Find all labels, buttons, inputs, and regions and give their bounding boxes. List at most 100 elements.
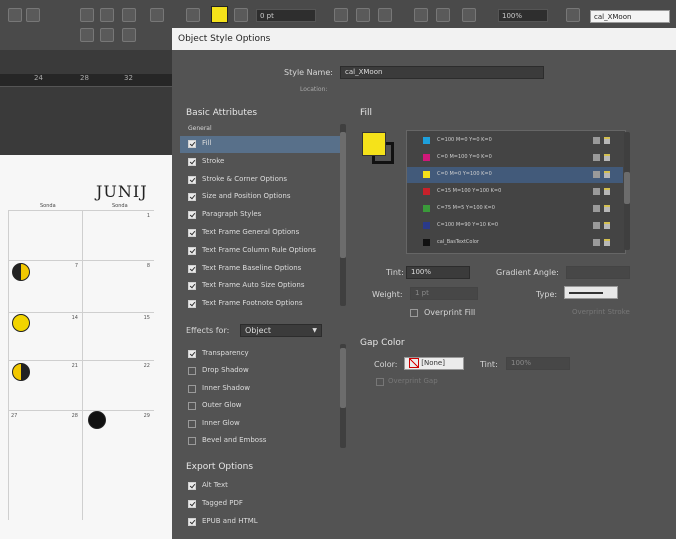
tint-input[interactable]: 100% [406,266,470,279]
attribute-item[interactable]: Text Frame Auto Size Options [180,278,345,295]
attribute-checkbox[interactable] [188,193,196,202]
scrollbar-thumb[interactable] [340,348,346,408]
attribute-checkbox[interactable] [188,264,196,273]
select-icon[interactable] [122,28,136,42]
swatch-scrollbar[interactable] [624,132,630,250]
frame-icon[interactable] [334,8,348,22]
stroke-weight-field[interactable]: 0 pt [256,9,316,22]
attributes-scrollbar[interactable] [340,124,346,306]
overprint-gap-checkbox[interactable] [376,378,384,386]
gap-color-header: Gap Color [360,338,405,348]
wrap-icon[interactable] [414,8,428,22]
export-option-checkbox[interactable] [188,482,196,490]
fill-swatch[interactable] [211,6,228,23]
attribute-checkbox[interactable] [188,282,196,291]
attribute-item[interactable]: Stroke [180,154,345,171]
align-icon[interactable] [8,8,22,22]
opacity-field[interactable]: 100% [498,9,548,22]
fill-swatch-icon[interactable] [362,132,386,156]
swatch-color-chip [423,188,430,195]
effect-item[interactable]: Drop Shadow [180,363,345,380]
attribute-checkbox[interactable] [188,300,196,309]
stroke-icon[interactable] [234,8,248,22]
align-icon[interactable] [26,8,40,22]
effect-item[interactable]: Transparency [180,346,345,363]
flip-icon[interactable] [100,8,114,22]
calendar-day-header: Sonda [112,203,128,209]
effects-icon[interactable] [378,8,392,22]
swatch-row[interactable]: C=0 M=100 Y=0 K=0 [407,150,623,166]
gradient-angle-input[interactable] [566,266,630,279]
layout-icon[interactable] [462,8,476,22]
style-name-input[interactable]: cal_XMoon [340,66,544,79]
gap-tint-input[interactable]: 100% [506,357,570,370]
swatch-row[interactable]: C=100 M=0 Y=0 K=0 [407,133,623,149]
color-mode-icon [604,137,610,144]
attribute-label: Text Frame Footnote Options [202,299,303,308]
calendar-cell [8,210,82,260]
swatch-row[interactable]: C=75 M=5 Y=100 K=0 [407,201,623,217]
color-type-icon [593,188,600,195]
fill-icon[interactable] [186,8,200,22]
attribute-item[interactable]: Text Frame General Options [180,225,345,242]
export-option-checkbox[interactable] [188,500,196,508]
effect-checkbox[interactable] [188,437,196,445]
attribute-checkbox[interactable] [188,140,196,148]
export-option-checkbox[interactable] [188,518,196,526]
shear-icon[interactable] [80,28,94,42]
dialog-title[interactable]: Object Style Options [172,28,676,50]
gap-color-select[interactable]: [None] [404,357,464,370]
attribute-item[interactable]: Text Frame Column Rule Options [180,243,345,260]
calendar-cell: 1 [82,210,154,260]
text-icon[interactable] [150,8,164,22]
attribute-checkbox[interactable] [188,211,196,220]
moon-full-icon [12,314,30,332]
export-options-list: Alt Text Tagged PDF EPUB and HTML [172,478,352,534]
effect-checkbox[interactable] [188,384,196,393]
effect-item[interactable]: Bevel and Emboss [180,433,345,450]
attribute-item[interactable]: Fill [180,136,345,153]
scrollbar-thumb[interactable] [340,132,346,258]
swatch-row[interactable]: C=100 M=90 Y=10 K=0 [407,218,623,234]
swatch-row[interactable]: C=0 M=0 Y=100 K=0 [407,167,623,183]
swatch-row[interactable]: C=15 M=100 Y=100 K=0 [407,184,623,200]
effect-item[interactable]: Inner Glow [180,416,345,433]
color-mode-icon [604,188,610,195]
effect-item[interactable]: Inner Shadow [180,381,345,398]
export-option-item[interactable]: Alt Text [180,478,345,495]
scrollbar-thumb[interactable] [624,172,630,204]
effect-checkbox[interactable] [188,367,196,376]
effect-label: Inner Glow [202,418,240,427]
stroke-type-select[interactable] [564,286,618,299]
object-style-field[interactable]: cal_XMoon [590,10,670,23]
moon-first-quarter-icon [12,263,30,281]
export-option-item[interactable]: EPUB and HTML [180,514,345,531]
attribute-item[interactable]: Text Frame Footnote Options [180,296,345,313]
overprint-fill-checkbox[interactable] [410,309,418,317]
attribute-item[interactable]: Stroke & Corner Options [180,172,345,189]
effect-checkbox[interactable] [188,419,196,428]
grid-icon[interactable] [436,8,450,22]
effect-item[interactable]: Outer Glow [180,398,345,415]
effect-checkbox[interactable] [188,350,196,358]
frame-fit-icon[interactable] [356,8,370,22]
attribute-checkbox[interactable] [188,175,196,184]
effects-scrollbar[interactable] [340,344,346,448]
transform-icon[interactable] [122,8,136,22]
effect-checkbox[interactable] [188,402,196,411]
weight-input[interactable]: 1 pt [410,287,478,300]
attribute-item[interactable]: Size and Position Options [180,189,345,206]
attribute-item[interactable]: Paragraph Styles [180,207,345,224]
attribute-item[interactable]: Text Frame Baseline Options [180,261,345,278]
swatch-row[interactable]: cal_BasTextColor [407,235,623,251]
effects-for-select[interactable]: Object ▼ [240,324,322,337]
attribute-checkbox[interactable] [188,229,196,237]
attribute-checkbox[interactable] [188,246,196,255]
rotate-icon[interactable] [80,8,94,22]
export-option-item[interactable]: Tagged PDF [180,496,345,513]
export-option-label: Alt Text [202,481,228,489]
attribute-checkbox[interactable] [188,157,196,166]
flip-vertical-icon[interactable] [100,28,114,42]
attribute-label: Text Frame Auto Size Options [202,281,305,290]
object-style-icon[interactable] [566,8,580,22]
